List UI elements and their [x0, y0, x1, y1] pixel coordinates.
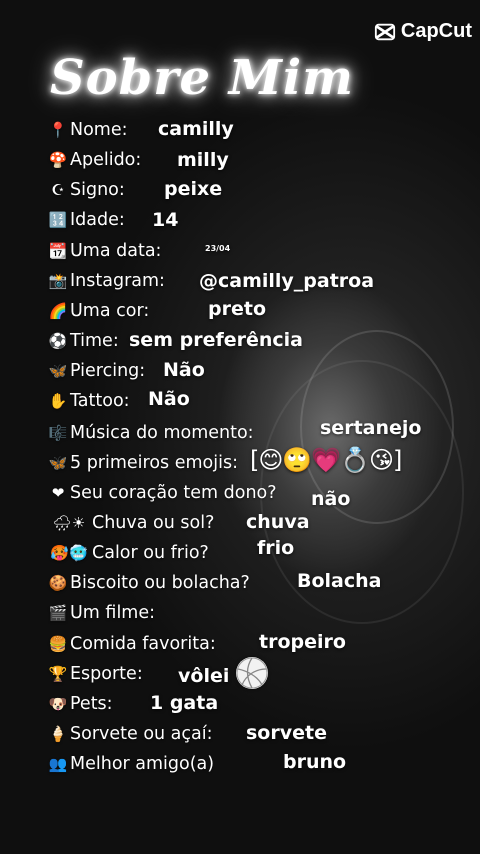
answer-apelido: milly [177, 149, 229, 171]
answer-sorvete: sorvete [246, 722, 327, 744]
question-comida: 🍔 Comida favorita: [48, 634, 216, 654]
question-chuva-sol: 🌧☀ Chuva ou sol? [48, 512, 215, 534]
rainbow-icon: 🌈 [48, 302, 68, 320]
question-esporte: 🏆 Esporte: [48, 664, 143, 684]
question-cor: 🌈 Uma cor: [48, 301, 150, 321]
answer-signo: peixe [164, 178, 223, 200]
question-nome: 📍 Nome: [48, 120, 128, 140]
question-data: 📆 Uma data: [48, 241, 162, 261]
question-coracao: ❤ Seu coração tem dono? [48, 482, 277, 504]
ice-cream-icon: 🍦 [48, 725, 68, 743]
question-tattoo: ✋ Tattoo: [48, 391, 130, 411]
answer-instagram: @camilly_patroa [199, 270, 375, 292]
numbers-icon: 🔢 [48, 211, 68, 229]
answer-time: sem preferência [129, 329, 303, 351]
soccer-ball-icon: ⚽ [48, 332, 68, 350]
answer-nome: camilly [158, 118, 234, 140]
pin-icon: 📍 [48, 121, 68, 139]
question-calor-frio: 🥵🥶 Calor ou frio? [48, 542, 209, 564]
volleyball-icon [236, 657, 268, 689]
cookie-icon: 🍪 [48, 574, 68, 592]
answer-musica: sertanejo [320, 417, 422, 439]
answer-piercing: Não [163, 359, 205, 381]
capcut-logo-icon [374, 23, 395, 40]
music-score-icon: 🎼 [48, 424, 68, 442]
calendar-icon: 📆 [48, 242, 68, 260]
moon-star-icon: ☪ [51, 181, 65, 199]
answer-pets: 1 gata [150, 692, 219, 714]
watermark-label: CapCut [400, 20, 472, 42]
hand-icon: ✋ [48, 392, 68, 410]
answer-emojis: [😊🙄💗💍😘] [250, 446, 402, 474]
question-piercing: 🦋 Piercing: [48, 361, 146, 381]
question-sorvete: 🍦 Sorvete ou açaí: [48, 724, 213, 744]
heart-icon: ❤ [51, 484, 65, 502]
clapperboard-icon: 🎬 [48, 604, 68, 622]
answer-chuva-sol: chuva [246, 511, 310, 533]
burger-icon: 🍔 [48, 635, 68, 653]
dog-icon: 🐶 [48, 695, 68, 713]
people-icon: 👥 [48, 755, 68, 773]
answer-calor-frio: frio [257, 537, 295, 559]
capcut-watermark: CapCut [374, 20, 472, 43]
answer-data: 23/04 [205, 244, 231, 253]
rain-sun-icon: 🌧☀ [52, 514, 86, 532]
question-emojis: 🦋 5 primeiros emojis: [48, 453, 238, 473]
butterfly-icon: 🦋 [48, 454, 68, 472]
answer-biscoito: Bolacha [297, 570, 382, 592]
question-instagram: 📸 Instagram: [48, 271, 165, 291]
trophy-icon: 🏆 [48, 665, 68, 683]
answer-melhor-amigo: bruno [283, 751, 347, 773]
answer-coracao: não [311, 488, 351, 510]
mushroom-icon: 🍄 [48, 151, 68, 169]
answer-esporte: vôlei [178, 665, 230, 687]
question-time: ⚽ Time: [48, 331, 119, 351]
question-pets: 🐶 Pets: [48, 694, 113, 714]
question-melhor-amigo: 👥 Melhor amigo(a) [48, 754, 215, 774]
question-filme: 🎬 Um filme: [48, 603, 156, 623]
question-biscoito: 🍪 Biscoito ou bolacha? [48, 573, 250, 593]
answer-tattoo: Não [148, 388, 190, 410]
question-signo: ☪ Signo: [48, 179, 125, 201]
question-apelido: 🍄 Apelido: [48, 150, 142, 170]
butterfly-icon: 🦋 [48, 362, 68, 380]
camera-icon: 📸 [48, 272, 68, 290]
hot-cold-face-icon: 🥵🥶 [50, 544, 88, 562]
answer-cor: preto [208, 298, 266, 320]
answer-comida: tropeiro [259, 631, 346, 653]
question-idade: 🔢 Idade: [48, 210, 125, 230]
question-musica: 🎼 Música do momento: [48, 423, 254, 443]
answer-idade: 14 [152, 209, 179, 231]
page-title: Sobre Mim [50, 50, 354, 106]
